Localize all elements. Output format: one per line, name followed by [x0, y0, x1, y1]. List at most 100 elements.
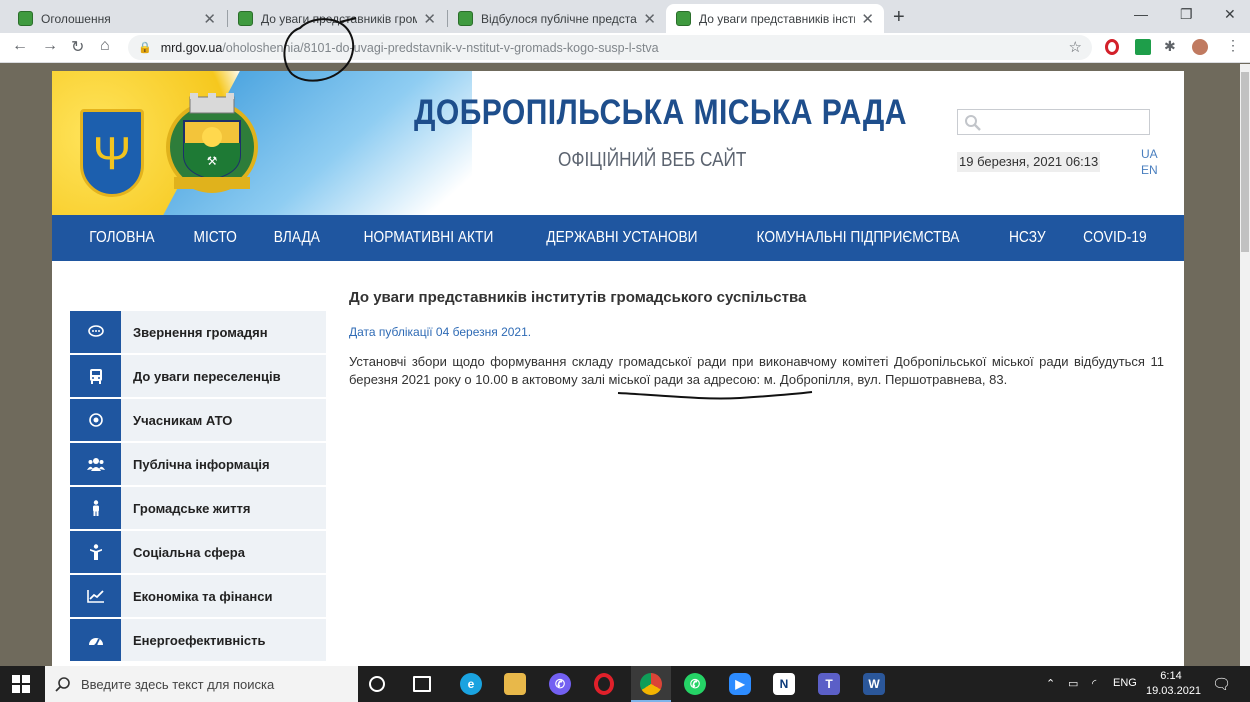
site-search[interactable]: [957, 109, 1150, 135]
site-title: ДОБРОПІЛЬСЬКА МІСЬКА РАДА: [414, 93, 907, 132]
sidebar-item-label: Енергоефективність: [133, 632, 266, 648]
main-nav: ГОЛОВНА МІСТО ВЛАДА НОРМАТИВНІ АКТИ ДЕРЖ…: [52, 215, 1184, 261]
nav-item-city[interactable]: МІСТО: [193, 229, 236, 247]
nav-item-regulations[interactable]: НОРМАТИВНІ АКТИ: [364, 229, 494, 247]
gauge-icon: [70, 619, 121, 661]
tab-title: До уваги представників інститу: [699, 11, 856, 26]
tab-close-icon[interactable]: ✕: [423, 10, 436, 28]
lang-en-link[interactable]: EN: [1141, 163, 1158, 177]
search-input[interactable]: [986, 112, 1146, 132]
nav-item-municipal-enterprises[interactable]: КОМУНАЛЬНІ ПІДПРИЄМСТВА: [756, 229, 959, 247]
opera-icon[interactable]: [594, 673, 614, 695]
document-app-icon[interactable]: N: [773, 673, 795, 695]
file-explorer-icon[interactable]: [504, 673, 526, 695]
profile-avatar[interactable]: [1192, 39, 1208, 55]
chrome-icon[interactable]: [640, 673, 662, 695]
site-favicon-icon: [18, 11, 33, 26]
windows-taskbar: e ✆ ✆ ▶ N T W ⌃ ▭ ◜ ENG 6:14 19.03.2021 …: [0, 666, 1250, 702]
zoom-icon[interactable]: ▶: [729, 673, 751, 695]
tab-close-icon[interactable]: ✕: [643, 10, 656, 28]
viber-icon[interactable]: ✆: [549, 673, 571, 695]
taskbar-search[interactable]: [45, 666, 358, 702]
sidebar-item-citizen-appeals[interactable]: Звернення громадян: [70, 311, 326, 353]
url-host: mrd.gov.ua: [160, 40, 223, 55]
nav-item-home[interactable]: ГОЛОВНА: [89, 229, 154, 247]
sidebar-menu: Звернення громадян До уваги переселенців…: [70, 311, 326, 663]
windows-start-icon[interactable]: [12, 675, 30, 693]
lock-icon: 🔒: [138, 42, 152, 54]
close-window-icon[interactable]: ✕: [1224, 6, 1236, 23]
sidebar-item-label: До уваги переселенців: [133, 368, 281, 384]
browser-tab[interactable]: Відбулося публічне представле ✕: [448, 4, 666, 33]
sidebar-item-label: Соціальна сфера: [133, 544, 245, 560]
coat-of-arms-trident-icon: Ψ: [80, 109, 144, 197]
sidebar-item-public-life[interactable]: Громадське життя: [70, 487, 326, 529]
site-favicon-icon: [458, 11, 473, 26]
clock-date: 19.03.2021: [1146, 685, 1202, 697]
bookmark-star-icon[interactable]: ☆: [1069, 38, 1082, 56]
whatsapp-icon[interactable]: ✆: [684, 673, 706, 695]
taskbar-clock[interactable]: 6:14 19.03.2021: [1146, 669, 1202, 699]
restore-icon[interactable]: ❐: [1180, 6, 1193, 23]
opera-extension-icon[interactable]: [1105, 39, 1119, 55]
wifi-icon[interactable]: ◜: [1092, 677, 1096, 690]
scrollbar-thumb[interactable]: [1241, 72, 1249, 252]
sidebar-item-displaced-persons[interactable]: До уваги переселенців: [70, 355, 326, 397]
teams-icon[interactable]: T: [818, 673, 840, 695]
cast-extension-icon[interactable]: [1135, 39, 1151, 55]
battery-icon[interactable]: ▭: [1068, 677, 1078, 690]
tab-title: До уваги представників громади!: [261, 11, 418, 26]
sidebar-item-energy-efficiency[interactable]: Енергоефективність: [70, 619, 326, 661]
target-icon: [70, 399, 121, 441]
word-icon[interactable]: W: [863, 673, 885, 695]
new-tab-plus-icon[interactable]: +: [893, 6, 905, 29]
notifications-icon[interactable]: 🗨: [1212, 675, 1231, 693]
city-seal-icon: ⚒: [166, 93, 258, 193]
article-title: До уваги представників інститутів громад…: [349, 289, 807, 306]
task-view-icon[interactable]: [413, 676, 431, 692]
sidebar-item-label: Звернення громадян: [133, 324, 268, 340]
tab-close-icon[interactable]: ✕: [203, 10, 216, 28]
browser-tab[interactable]: До уваги представників громади! ✕: [228, 4, 446, 33]
nav-item-nszu[interactable]: НСЗУ: [1009, 229, 1046, 247]
browser-tab-strip: Оголошення ✕ До уваги представників гром…: [0, 0, 1250, 33]
person-icon: [70, 487, 121, 529]
home-icon[interactable]: ⌂: [100, 37, 110, 55]
taskbar-search-input[interactable]: [81, 676, 351, 692]
site-subtitle: ОФІЦІЙНИЙ ВЕБ САЙТ: [558, 149, 747, 171]
forward-arrow-icon[interactable]: →: [42, 37, 58, 55]
sidebar-item-label: Громадське життя: [133, 500, 251, 516]
menu-kebab-icon[interactable]: ⋮: [1226, 37, 1242, 53]
input-language[interactable]: ENG: [1113, 677, 1137, 689]
browser-tab[interactable]: Оголошення ✕: [8, 4, 226, 33]
chat-icon: [70, 311, 121, 353]
sidebar-item-public-info[interactable]: Публічна інформація: [70, 443, 326, 485]
site-header: Ψ ⚒ ДОБРОПІЛЬСЬКА МІСЬКА РАДА ОФІЦІЙНИЙ …: [52, 71, 1184, 215]
clock-time: 6:14: [1160, 670, 1182, 682]
tab-close-icon[interactable]: ✕: [861, 10, 874, 28]
cortana-icon[interactable]: [369, 676, 385, 692]
nav-item-covid[interactable]: COVID-19: [1083, 229, 1146, 247]
edge-icon[interactable]: e: [460, 673, 482, 695]
reload-icon[interactable]: ↻: [71, 37, 84, 57]
nav-item-state-institutions[interactable]: ДЕРЖАВНІ УСТАНОВИ: [546, 229, 697, 247]
tab-title: Відбулося публічне представле: [481, 11, 637, 26]
site-favicon-icon: [676, 11, 691, 26]
browser-tab-active[interactable]: До уваги представників інститу ✕: [666, 4, 884, 33]
site-favicon-icon: [238, 11, 253, 26]
chart-icon: [70, 575, 121, 617]
tray-chevron-icon[interactable]: ⌃: [1046, 677, 1055, 690]
article-body: Установчі збори щодо формування складу г…: [349, 354, 1164, 387]
sidebar-item-ato-participants[interactable]: Учасникам АТО: [70, 399, 326, 441]
tab-title: Оголошення: [41, 11, 111, 26]
lang-ua-link[interactable]: UA: [1141, 147, 1158, 161]
address-bar[interactable]: 🔒 mrd.gov.ua /oholoshennia/8101-do-uvagi…: [128, 35, 1092, 60]
extensions-puzzle-icon[interactable]: ✱: [1164, 38, 1180, 54]
back-arrow-icon[interactable]: ←: [12, 37, 28, 55]
current-date: 19 березня, 2021 06:13: [957, 152, 1101, 172]
nav-item-authority[interactable]: ВЛАДА: [274, 229, 320, 247]
sidebar-item-economy-finance[interactable]: Економіка та фінанси: [70, 575, 326, 617]
minimize-icon[interactable]: —: [1134, 6, 1148, 22]
sidebar-item-social-sphere[interactable]: Соціальна сфера: [70, 531, 326, 573]
url-path: /oholoshennia/8101-do-uvagi-predstavnik-…: [222, 40, 659, 55]
